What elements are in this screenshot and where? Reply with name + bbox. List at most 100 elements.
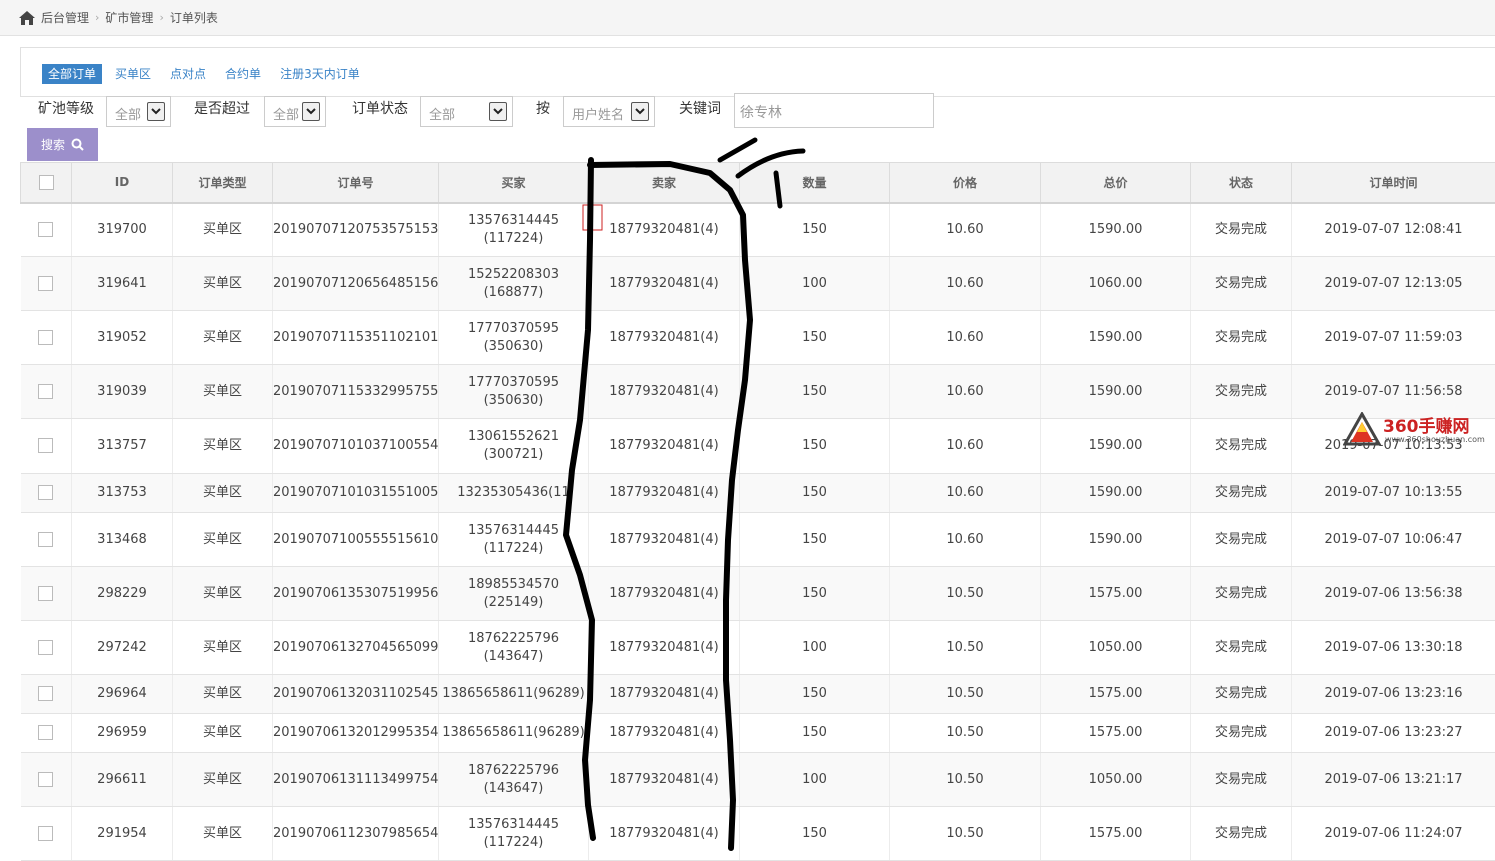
order-tabs: 全部订单 买单区 点对点 合约单 注册3天内订单: [42, 64, 373, 84]
cell-seller: 18779320481(4): [589, 203, 740, 257]
cell-quantity: 150: [740, 714, 890, 753]
chevron-right-icon: ›: [95, 11, 99, 24]
column-header-buyer[interactable]: 买家: [439, 163, 589, 203]
tab-all-orders[interactable]: 全部订单: [42, 64, 102, 84]
table-row[interactable]: 319641买单区2019070712065648515615252208303…: [21, 257, 1495, 311]
row-checkbox[interactable]: [38, 532, 53, 547]
exceed-select[interactable]: 全部: [264, 96, 326, 127]
cell-time: 2019-07-07 11:56:58: [1292, 365, 1495, 419]
cell-type: 买单区: [173, 419, 273, 474]
tab-peer-to-peer[interactable]: 点对点: [164, 64, 212, 84]
cell-type: 买单区: [173, 621, 273, 675]
cell-quantity: 150: [740, 807, 890, 861]
column-header-total[interactable]: 总价: [1041, 163, 1191, 203]
cell-order-no: 20190706132031102545: [273, 675, 439, 714]
cell-price: 10.50: [890, 621, 1041, 675]
table-row[interactable]: 319700买单区2019070712075357515313576314445…: [21, 203, 1495, 257]
cell-buyer: 13576314445(117224): [439, 513, 589, 567]
row-checkbox[interactable]: [38, 686, 53, 701]
search-button[interactable]: 搜索: [27, 128, 98, 161]
table-row[interactable]: 296611买单区2019070613111349975418762225796…: [21, 753, 1495, 807]
cell-order-no: 20190706132012995354: [273, 714, 439, 753]
table-row[interactable]: 313753买单区2019070710103155100513235305436…: [21, 474, 1495, 513]
table-row[interactable]: 291954买单区2019070611230798565413576314445…: [21, 807, 1495, 861]
home-icon[interactable]: [18, 10, 36, 26]
breadcrumb-item-market[interactable]: 矿市管理: [105, 9, 153, 26]
row-checkbox[interactable]: [38, 222, 53, 237]
buyer-id: (143647): [439, 648, 588, 666]
table-row[interactable]: 296959买单区2019070613201299535413865658611…: [21, 714, 1495, 753]
pool-level-value: 全部: [115, 108, 141, 123]
buyer-phone: 13576314445: [439, 816, 588, 834]
column-header-price[interactable]: 价格: [890, 163, 1041, 203]
cell-seller: 18779320481(4): [589, 419, 740, 474]
tab-buy-zone[interactable]: 买单区: [109, 64, 157, 84]
row-checkbox[interactable]: [38, 725, 53, 740]
row-checkbox[interactable]: [38, 438, 53, 453]
cell-price: 10.60: [890, 419, 1041, 474]
tab-contract[interactable]: 合约单: [219, 64, 267, 84]
cell-status: 交易完成: [1191, 474, 1292, 513]
row-checkbox[interactable]: [38, 384, 53, 399]
buyer-id: (225149): [439, 594, 588, 612]
exceed-label: 是否超过: [194, 98, 250, 118]
row-checkbox[interactable]: [38, 772, 53, 787]
row-checkbox[interactable]: [38, 330, 53, 345]
cell-total: 1590.00: [1041, 513, 1191, 567]
buyer-id: (350630): [439, 338, 588, 356]
table-row[interactable]: 313468买单区2019070710055551561013576314445…: [21, 513, 1495, 567]
table-row[interactable]: 319052买单区2019070711535110210117770370595…: [21, 311, 1495, 365]
table-row[interactable]: 296964买单区2019070613203110254513865658611…: [21, 675, 1495, 714]
cell-price: 10.60: [890, 203, 1041, 257]
cell-seller: 18779320481(4): [589, 474, 740, 513]
cell-status: 交易完成: [1191, 714, 1292, 753]
keyword-value: 徐专林: [740, 105, 782, 121]
breadcrumb-item-backend[interactable]: 后台管理: [41, 9, 89, 26]
cell-seller: 18779320481(4): [589, 753, 740, 807]
row-checkbox[interactable]: [38, 586, 53, 601]
column-header-seller[interactable]: 卖家: [589, 163, 740, 203]
table-row[interactable]: 313757买单区2019070710103710055413061552621…: [21, 419, 1495, 474]
cell-price: 10.50: [890, 714, 1041, 753]
cell-status: 交易完成: [1191, 567, 1292, 621]
row-checkbox[interactable]: [38, 640, 53, 655]
search-by-select[interactable]: 用户姓名: [563, 96, 655, 127]
cell-time: 2019-07-07 10:06:47: [1292, 513, 1495, 567]
column-header-order-no[interactable]: 订单号: [273, 163, 439, 203]
cell-id: 313753: [72, 474, 173, 513]
row-checkbox[interactable]: [38, 276, 53, 291]
column-header-quantity[interactable]: 数量: [740, 163, 890, 203]
breadcrumb: 后台管理 › 矿市管理 › 订单列表: [0, 0, 1495, 36]
annotation-stroke: [720, 140, 755, 160]
column-header-time[interactable]: 订单时间: [1292, 163, 1495, 203]
cell-time: 2019-07-06 13:56:38: [1292, 567, 1495, 621]
pool-level-select[interactable]: 全部: [106, 96, 171, 127]
tab-registered-3-days[interactable]: 注册3天内订单: [274, 64, 366, 84]
row-select-cell: [21, 675, 72, 714]
column-header-type[interactable]: 订单类型: [173, 163, 273, 203]
buyer-id: (117224): [439, 540, 588, 558]
row-select-cell: [21, 257, 72, 311]
cell-order-no: 20190706135307519956: [273, 567, 439, 621]
keyword-input[interactable]: 徐专林: [734, 93, 934, 128]
table-row[interactable]: 319039买单区2019070711533299575517770370595…: [21, 365, 1495, 419]
cell-total: 1575.00: [1041, 807, 1191, 861]
cell-seller: 18779320481(4): [589, 513, 740, 567]
cell-status: 交易完成: [1191, 311, 1292, 365]
row-checkbox[interactable]: [38, 485, 53, 500]
cell-total: 1050.00: [1041, 753, 1191, 807]
cell-quantity: 150: [740, 203, 890, 257]
cell-total: 1590.00: [1041, 365, 1191, 419]
row-checkbox[interactable]: [38, 826, 53, 841]
order-status-select[interactable]: 全部: [420, 96, 513, 127]
select-all-checkbox[interactable]: [39, 175, 54, 190]
cell-total: 1590.00: [1041, 419, 1191, 474]
column-header-status[interactable]: 状态: [1191, 163, 1292, 203]
table-row[interactable]: 297242买单区2019070613270456509918762225796…: [21, 621, 1495, 675]
search-by-value: 用户姓名: [572, 108, 624, 123]
site-watermark: 360手赚网 www.360shouzhuan.com: [1343, 412, 1495, 448]
buyer-id: (117224): [439, 230, 588, 248]
table-row[interactable]: 298229买单区2019070613530751995618985534570…: [21, 567, 1495, 621]
cell-seller: 18779320481(4): [589, 714, 740, 753]
column-header-id[interactable]: ID: [72, 163, 173, 203]
